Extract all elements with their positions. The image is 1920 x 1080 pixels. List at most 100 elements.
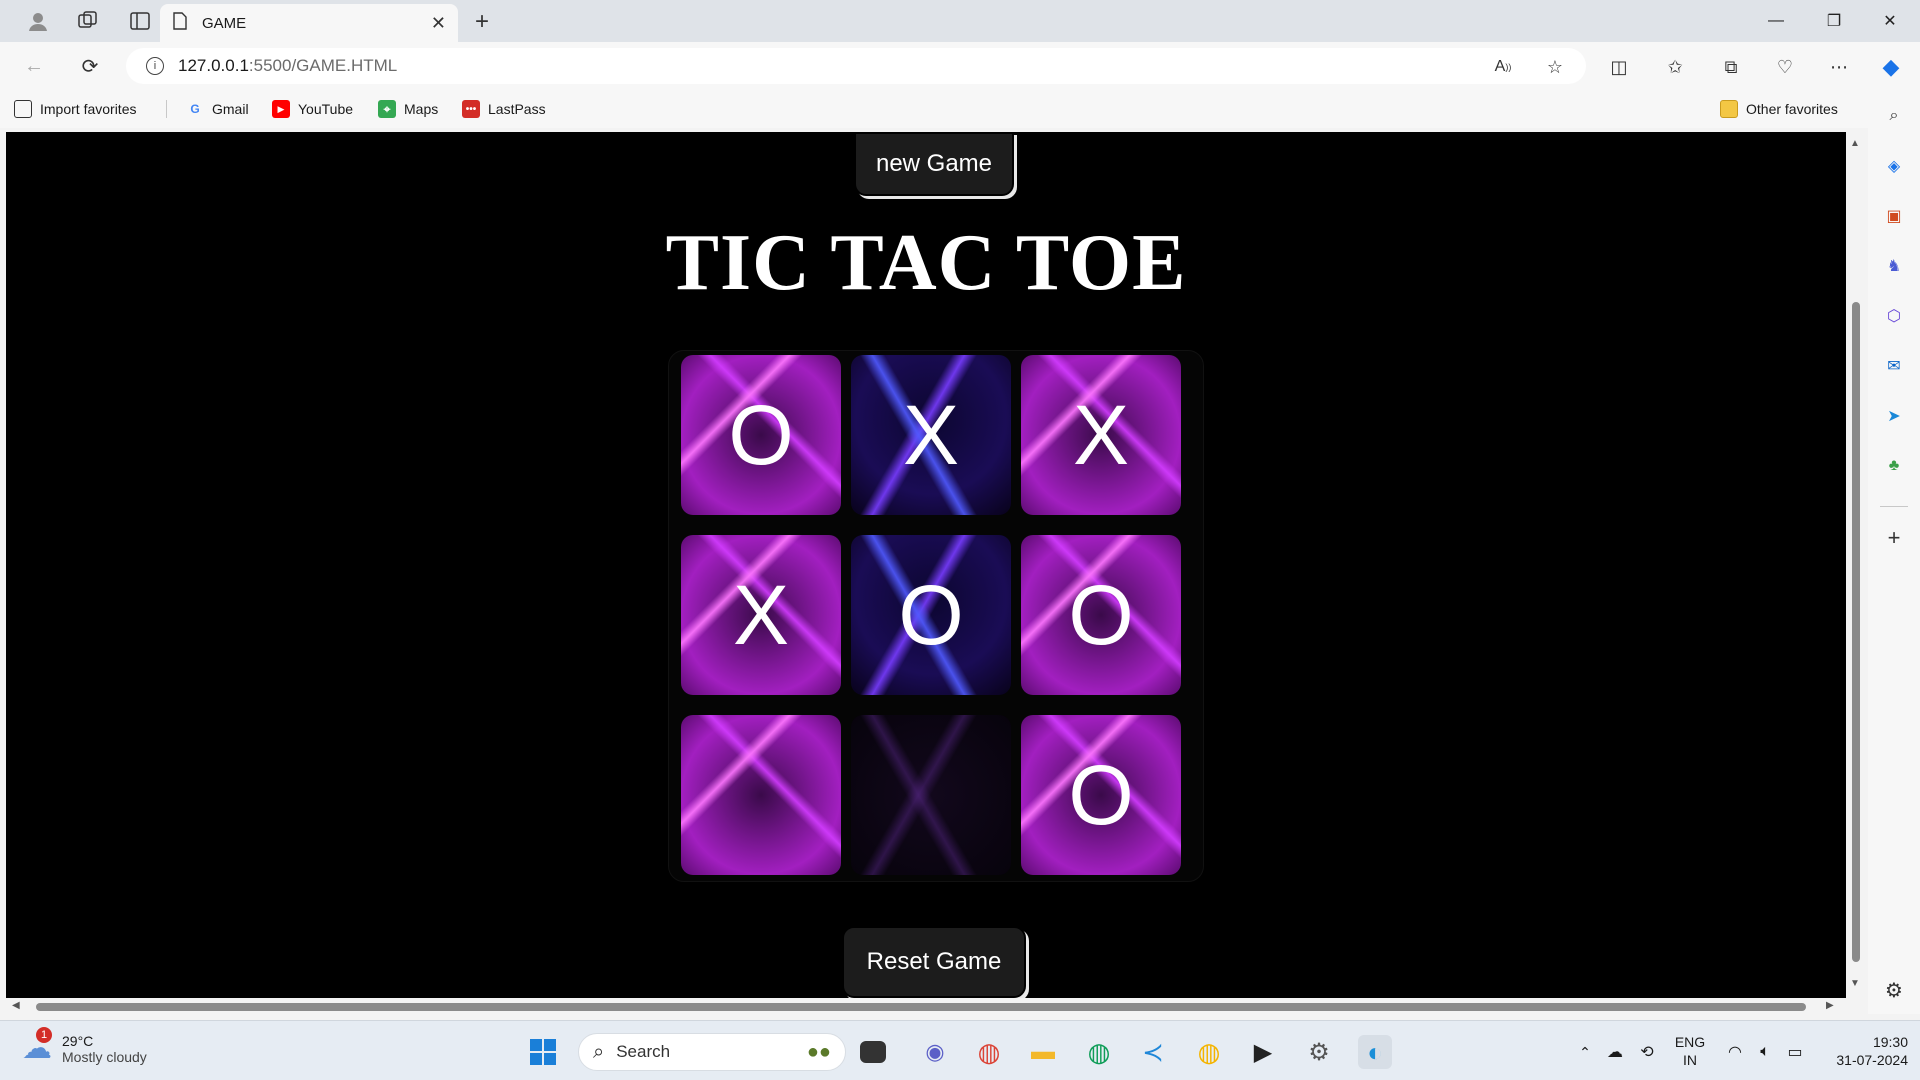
url-path: :5500/GAME.HTML bbox=[248, 56, 398, 75]
outlook-icon[interactable]: ✉ bbox=[1882, 354, 1906, 378]
other-favorites[interactable]: Other favorites bbox=[1720, 98, 1838, 120]
task-view-icon[interactable] bbox=[860, 1041, 886, 1063]
onedrive-icon[interactable]: ☁ bbox=[1598, 1035, 1632, 1069]
board-cell-7[interactable] bbox=[681, 715, 841, 875]
start-icon[interactable] bbox=[526, 1035, 560, 1069]
new-tab-icon[interactable]: + bbox=[466, 6, 498, 38]
vscode-icon[interactable]: ≺ bbox=[1136, 1035, 1170, 1069]
info-icon[interactable]: i bbox=[146, 57, 164, 75]
board-cell-6[interactable]: O bbox=[1021, 535, 1181, 695]
import-favorites-label: Import favorites bbox=[40, 101, 137, 117]
taskbar-search[interactable]: ⌕ Search ●● bbox=[578, 1033, 846, 1071]
scroll-right-icon[interactable]: ▶ bbox=[1826, 1000, 1834, 1011]
tools-icon[interactable]: ▣ bbox=[1882, 204, 1906, 228]
settings-icon[interactable]: ⚙ bbox=[1302, 1035, 1336, 1069]
shopping-icon[interactable]: ◈ bbox=[1882, 154, 1906, 178]
file-explorer-icon[interactable]: ▬ bbox=[1026, 1035, 1060, 1069]
tree-icon[interactable]: ♣ bbox=[1882, 454, 1906, 478]
scroll-up-icon[interactable]: ▲ bbox=[1850, 138, 1860, 149]
cell-mark: O bbox=[728, 387, 794, 482]
split-screen-icon[interactable]: ◫ bbox=[1604, 52, 1634, 82]
read-aloud-icon[interactable]: A)) bbox=[1488, 52, 1518, 82]
favorite-label: YouTube bbox=[298, 101, 354, 117]
more-menu-icon[interactable]: ⋯ bbox=[1824, 52, 1854, 82]
favorite-lastpass[interactable]: ••• LastPass bbox=[462, 98, 546, 120]
wifi-icon[interactable]: ◠ bbox=[1718, 1035, 1752, 1069]
tray-chevron-icon[interactable]: ⌃ bbox=[1568, 1035, 1602, 1069]
copilot-icon[interactable]: ◆ bbox=[1876, 52, 1906, 82]
tab-game[interactable]: GAME ✕ bbox=[160, 4, 458, 42]
weather-temp: 29°C bbox=[62, 1032, 94, 1049]
horizontal-scrollbar[interactable]: ◀ ▶ bbox=[6, 998, 1846, 1016]
minimize-icon[interactable]: — bbox=[1748, 0, 1804, 42]
search-icon: ⌕ bbox=[593, 1040, 605, 1063]
address-bar[interactable]: i 127.0.0.1:5500/GAME.HTML bbox=[126, 48, 1586, 84]
cell-mark: X bbox=[902, 387, 960, 482]
scroll-left-icon[interactable]: ◀ bbox=[12, 1000, 20, 1011]
back-icon[interactable]: ← bbox=[16, 50, 52, 82]
vertical-scroll-thumb[interactable] bbox=[1852, 302, 1860, 962]
volume-icon[interactable]: 🔈︎ bbox=[1748, 1035, 1782, 1069]
chrome-alt-icon[interactable]: ◍ bbox=[1192, 1035, 1226, 1069]
divider bbox=[166, 100, 167, 118]
scroll-down-icon[interactable]: ▼ bbox=[1850, 978, 1860, 989]
close-tab-icon[interactable]: ✕ bbox=[431, 13, 446, 34]
favorites-bar: Import favorites G Gmail ▶ YouTube ⌖ Map… bbox=[0, 90, 1880, 128]
refresh-icon[interactable]: ⟳ bbox=[72, 50, 108, 82]
close-window-icon[interactable]: ✕ bbox=[1862, 0, 1918, 42]
board-cell-9[interactable]: O bbox=[1021, 715, 1181, 875]
weather-badge: 1 bbox=[36, 1027, 52, 1043]
browser-essentials-icon[interactable]: ♡ bbox=[1770, 52, 1800, 82]
tab-actions-icon[interactable] bbox=[122, 3, 158, 39]
edge-icon[interactable]: ◐ bbox=[1358, 1035, 1392, 1069]
profile-icon[interactable] bbox=[20, 3, 56, 39]
search-icon[interactable]: ⌕ bbox=[1882, 104, 1906, 128]
maps-icon: ⌖ bbox=[378, 100, 396, 118]
weather-widget[interactable]: ☁ 1 29°C Mostly cloudy bbox=[22, 1027, 147, 1066]
board-cell-1[interactable]: O bbox=[681, 355, 841, 515]
clock[interactable]: 19:30 31-07-2024 bbox=[1818, 1033, 1908, 1069]
board-cell-5[interactable]: O bbox=[851, 535, 1011, 695]
horizontal-scroll-thumb[interactable] bbox=[36, 1003, 1806, 1011]
favorite-youtube[interactable]: ▶ YouTube bbox=[272, 98, 353, 120]
edge-sidebar: ⌕ ◈ ▣ ♞ ⬡ ✉ ➤ ♣ + ⚙ bbox=[1868, 90, 1920, 1014]
microsoft-365-icon[interactable]: ⬡ bbox=[1882, 304, 1906, 328]
import-favorites[interactable]: Import favorites bbox=[14, 98, 136, 120]
restore-icon[interactable]: ❐ bbox=[1806, 0, 1862, 42]
battery-icon[interactable]: ▭ bbox=[1778, 1035, 1812, 1069]
board-cell-4[interactable]: X bbox=[681, 535, 841, 695]
add-icon[interactable]: + bbox=[1882, 525, 1906, 550]
favorite-star-icon[interactable]: ☆ bbox=[1540, 52, 1570, 82]
board-cell-8[interactable] bbox=[851, 715, 1011, 875]
vertical-scrollbar[interactable]: ▲ ▼ bbox=[1846, 132, 1866, 998]
board-cell-3[interactable]: X bbox=[1021, 355, 1181, 515]
time: 19:30 bbox=[1872, 1034, 1908, 1050]
board-cell-2[interactable]: X bbox=[851, 355, 1011, 515]
media-player-icon[interactable]: ▶ bbox=[1246, 1035, 1280, 1069]
cell-mark: X bbox=[732, 567, 790, 662]
favorite-maps[interactable]: ⌖ Maps bbox=[378, 98, 438, 120]
cloud-icon: ☁ 1 bbox=[22, 1027, 52, 1065]
chrome-profile-icon[interactable]: ◍ bbox=[1082, 1035, 1116, 1069]
lang-bottom: IN bbox=[1683, 1052, 1697, 1068]
reset-game-button[interactable]: Reset Game bbox=[842, 926, 1026, 998]
chrome-icon[interactable]: ◍ bbox=[972, 1035, 1006, 1069]
settings-gear-icon[interactable]: ⚙ bbox=[1882, 978, 1906, 1002]
meet-icon[interactable]: ◉ bbox=[918, 1035, 952, 1069]
game-board: O X X X O O O bbox=[668, 350, 1204, 882]
favorites-icon[interactable]: ✩ bbox=[1660, 52, 1690, 82]
favorite-gmail[interactable]: G Gmail bbox=[186, 98, 248, 120]
youtube-icon: ▶ bbox=[272, 100, 290, 118]
workspaces-icon[interactable] bbox=[70, 3, 106, 39]
games-icon[interactable]: ♞ bbox=[1882, 254, 1906, 278]
collections-icon[interactable]: ⧉ bbox=[1716, 52, 1746, 82]
sync-icon[interactable]: ⟲ bbox=[1630, 1035, 1664, 1069]
search-placeholder: Search bbox=[616, 1042, 671, 1061]
new-game-button[interactable]: new Game bbox=[854, 132, 1014, 196]
cell-mark: X bbox=[1072, 387, 1130, 482]
page-viewport: new Game TIC TAC TOE O X X X O O O Reset… bbox=[6, 132, 1846, 998]
folder-icon bbox=[1720, 100, 1738, 118]
lang-top: ENG bbox=[1674, 1034, 1706, 1050]
language-indicator[interactable]: ENG IN bbox=[1670, 1033, 1710, 1069]
send-icon[interactable]: ➤ bbox=[1882, 404, 1906, 428]
